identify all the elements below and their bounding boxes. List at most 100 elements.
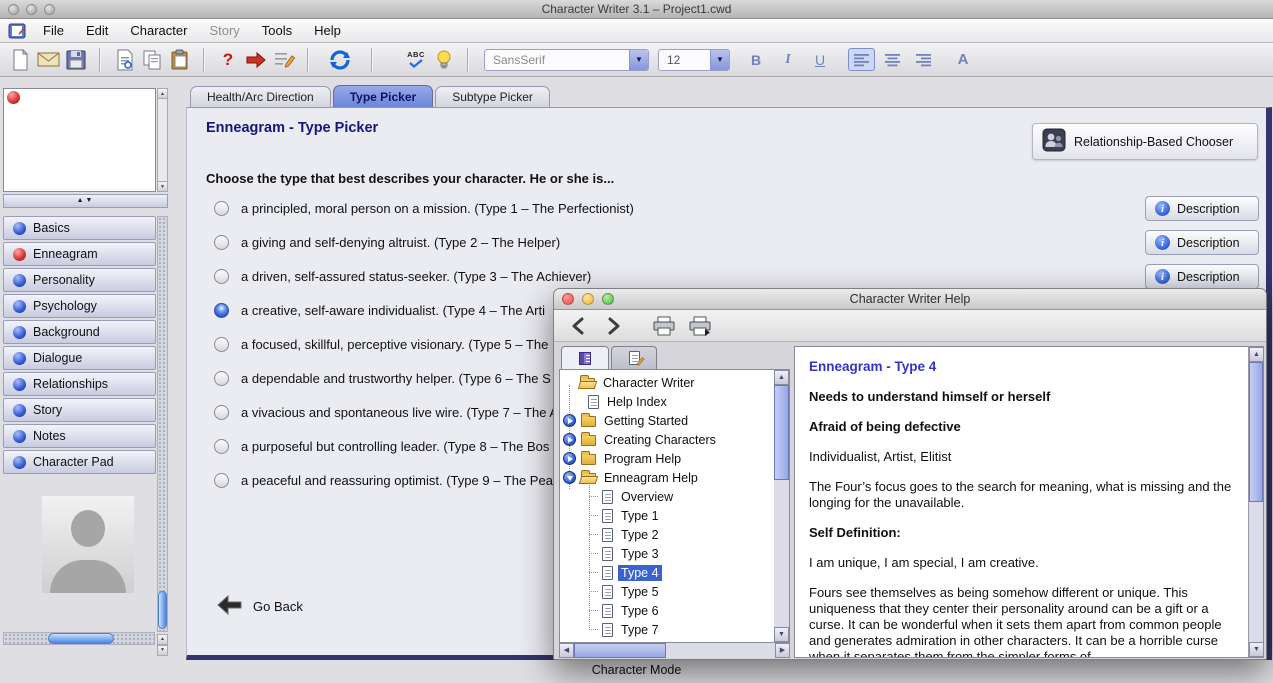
character-list-scrollbar[interactable]: ▲ ▼ xyxy=(157,88,168,192)
tree-item-type-6[interactable]: Type 6 xyxy=(560,601,774,620)
scroll-up-icon[interactable]: ▲ xyxy=(158,89,167,99)
radio-type-1[interactable] xyxy=(214,200,229,216)
font-color-button[interactable]: A xyxy=(951,48,975,72)
scroll-down-icon[interactable]: ▼ xyxy=(1249,642,1263,657)
close-window-icon[interactable] xyxy=(8,4,19,15)
description-button-type-2[interactable]: i Description xyxy=(1145,230,1259,255)
scroll-right-icon[interactable]: ▶ xyxy=(775,643,790,658)
tree-item-help-index[interactable]: Help Index xyxy=(560,392,774,411)
sidebar-item-basics[interactable]: Basics xyxy=(3,216,156,240)
scroll-up-icon[interactable]: ▲ xyxy=(1249,347,1263,362)
zoom-icon[interactable] xyxy=(602,293,614,305)
content-vertical-scrollbar[interactable]: ▲ ▼ xyxy=(1248,347,1263,657)
sidebar-item-psychology[interactable]: Psychology xyxy=(3,294,156,318)
close-icon[interactable] xyxy=(562,293,574,305)
sidebar-item-personality[interactable]: Personality xyxy=(3,268,156,292)
scrollbar-thumb[interactable] xyxy=(1249,362,1263,502)
tree-item-getting-started[interactable]: Getting Started xyxy=(560,411,774,430)
tree-item-overview[interactable]: Overview xyxy=(560,487,774,506)
sidebar-item-relationships[interactable]: Relationships xyxy=(3,372,156,396)
refresh-icon[interactable] xyxy=(326,46,354,74)
tree-horizontal-scrollbar[interactable]: ◀ ▶ xyxy=(559,643,790,658)
relationship-based-chooser-button[interactable]: Relationship-Based Chooser xyxy=(1032,123,1258,160)
tree-item-type-2[interactable]: Type 2 xyxy=(560,525,774,544)
back-icon[interactable] xyxy=(564,312,592,340)
radio-type-9[interactable] xyxy=(214,472,229,488)
sidebar-item-dialogue[interactable]: Dialogue xyxy=(3,346,156,370)
italic-button[interactable]: I xyxy=(776,48,800,72)
menu-edit[interactable]: Edit xyxy=(75,23,119,38)
underline-button[interactable]: U xyxy=(808,48,832,72)
font-size-select[interactable]: 12 ▼ xyxy=(658,48,730,71)
menu-story[interactable]: Story xyxy=(198,23,250,38)
page-setup-icon[interactable] xyxy=(686,312,714,340)
edit-list-icon[interactable] xyxy=(270,46,298,74)
minimize-window-icon[interactable] xyxy=(26,4,37,15)
scrollbar-thumb[interactable] xyxy=(48,633,114,644)
tab-table-of-contents[interactable] xyxy=(561,346,609,369)
bold-button[interactable]: B xyxy=(744,48,768,72)
spell-check-icon[interactable]: ABC xyxy=(402,46,430,74)
tree-item-type-7[interactable]: Type 7 xyxy=(560,620,774,639)
menu-file[interactable]: File xyxy=(32,23,75,38)
align-left-button[interactable] xyxy=(848,48,875,71)
menu-tools[interactable]: Tools xyxy=(251,23,303,38)
forward-icon[interactable] xyxy=(600,312,628,340)
sidebar-item-story[interactable]: Story xyxy=(3,398,156,422)
zoom-window-icon[interactable] xyxy=(44,4,55,15)
scrollbar-thumb[interactable] xyxy=(158,591,167,629)
scrollbar-thumb[interactable] xyxy=(574,643,666,658)
radio-type-7[interactable] xyxy=(214,404,229,420)
reorder-up-down-bar[interactable]: ▲▼ xyxy=(3,194,168,208)
tree-item-type-1[interactable]: Type 1 xyxy=(560,506,774,525)
scroll-up-icon[interactable]: ▲ xyxy=(774,370,789,385)
tree-item-type-3[interactable]: Type 3 xyxy=(560,544,774,563)
tab-subtype-picker[interactable]: Subtype Picker xyxy=(435,86,550,107)
description-button-type-3[interactable]: i Description xyxy=(1145,264,1259,289)
expand-icon[interactable] xyxy=(563,452,576,465)
mail-icon[interactable] xyxy=(34,46,62,74)
radio-type-8[interactable] xyxy=(214,438,229,454)
tab-index[interactable] xyxy=(611,346,657,369)
scroll-down-icon[interactable]: ▼ xyxy=(157,645,168,656)
tree-item-creating-characters[interactable]: Creating Characters xyxy=(560,430,774,449)
character-list[interactable] xyxy=(3,88,156,192)
tree-item-program-help[interactable]: Program Help xyxy=(560,449,774,468)
align-right-button[interactable] xyxy=(910,48,937,71)
sidebar-item-notes[interactable]: Notes xyxy=(3,424,156,448)
tree-item-type-4[interactable]: Type 4 xyxy=(560,563,774,582)
radio-type-6[interactable] xyxy=(214,370,229,386)
sidebar-item-background[interactable]: Background xyxy=(3,320,156,344)
tree-item-character-writer[interactable]: Character Writer xyxy=(560,373,774,392)
tree-vertical-scrollbar[interactable]: ▲ ▼ xyxy=(774,370,789,642)
sidebar-horizontal-scrollbar[interactable] xyxy=(3,632,155,645)
minimize-icon[interactable] xyxy=(582,293,594,305)
radio-type-4[interactable] xyxy=(214,302,229,318)
new-document-icon[interactable] xyxy=(6,46,34,74)
scroll-left-icon[interactable]: ◀ xyxy=(559,643,574,658)
align-center-button[interactable] xyxy=(879,48,906,71)
menu-help[interactable]: Help xyxy=(303,23,352,38)
go-back-button[interactable]: Go Back xyxy=(217,594,303,619)
sidebar-item-enneagram[interactable]: Enneagram xyxy=(3,242,156,266)
paste-icon[interactable] xyxy=(166,46,194,74)
expand-icon[interactable] xyxy=(563,433,576,446)
sidebar-item-character-pad[interactable]: Character Pad xyxy=(3,450,156,474)
collapse-icon[interactable] xyxy=(563,471,576,484)
idea-bulb-icon[interactable] xyxy=(430,46,458,74)
red-arrow-icon[interactable] xyxy=(242,46,270,74)
tree-item-type-5[interactable]: Type 5 xyxy=(560,582,774,601)
description-button-type-1[interactable]: i Description xyxy=(1145,196,1259,221)
expand-icon[interactable] xyxy=(563,414,576,427)
scroll-up-icon[interactable]: ▲ xyxy=(157,634,168,645)
document-preview-icon[interactable] xyxy=(110,46,138,74)
copy-icon[interactable] xyxy=(138,46,166,74)
font-family-select[interactable]: SansSerif ▼ xyxy=(484,48,649,71)
tab-type-picker[interactable]: Type Picker xyxy=(332,85,434,107)
tree-item-enneagram-help[interactable]: Enneagram Help xyxy=(560,468,774,487)
menu-character[interactable]: Character xyxy=(119,23,198,38)
save-icon[interactable] xyxy=(62,46,90,74)
scrollbar-thumb[interactable] xyxy=(774,385,789,480)
radio-type-3[interactable] xyxy=(214,268,229,284)
sidebar-vertical-scrollbar[interactable] xyxy=(157,216,168,632)
